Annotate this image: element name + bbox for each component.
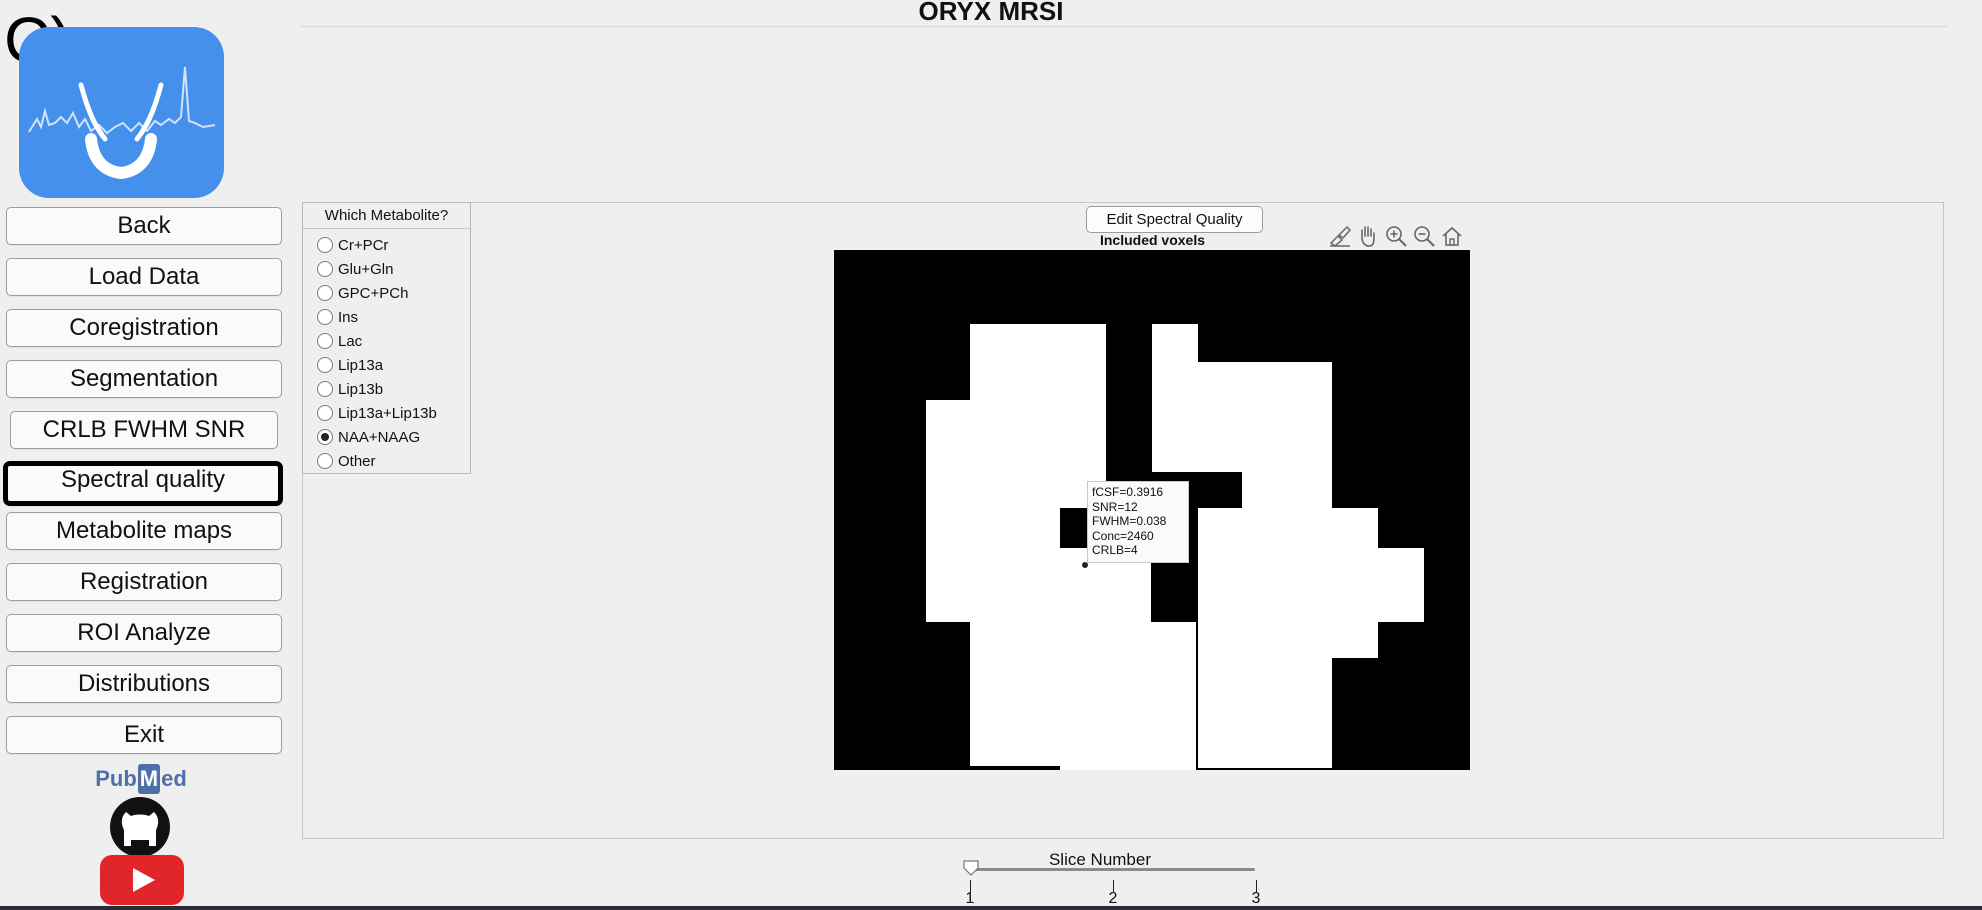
radio-label: GPC+PCh (338, 285, 409, 302)
app-title: ORYX MRSI (918, 0, 1064, 26)
radio-circle-icon[interactable] (317, 237, 333, 254)
radio-circle-icon[interactable] (317, 357, 333, 374)
registration-button[interactable]: Registration (6, 563, 282, 601)
segmentation-button[interactable]: Segmentation (6, 360, 282, 398)
back-button[interactable]: Back (6, 207, 282, 245)
radio-circle-icon[interactable] (317, 309, 333, 326)
radio-glu-gln[interactable]: Glu+Gln (317, 258, 393, 282)
pubmed-link[interactable]: Pub Med (86, 764, 196, 794)
crlb-fwhm-snr-button[interactable]: CRLB FWHM SNR (10, 411, 278, 449)
radio-lip13a-lip13b[interactable]: Lip13a+Lip13b (317, 402, 437, 426)
datatip-conc: Conc=2460 (1092, 528, 1154, 543)
github-icon[interactable] (100, 796, 180, 858)
pan-hand-icon[interactable] (1356, 224, 1380, 248)
voxel-block (1378, 548, 1424, 622)
slice-slider-thumb[interactable] (963, 860, 979, 876)
coregistration-button[interactable]: Coregistration (6, 309, 282, 347)
radio-label: Other (338, 453, 376, 470)
radio-ins[interactable]: Ins (317, 306, 358, 330)
voxel-block (1106, 250, 1152, 474)
pubmed-text: Pub (95, 766, 137, 791)
radio-label: Lip13a (338, 357, 384, 374)
radio-circle-icon[interactable] (317, 261, 333, 278)
datatip-fcsf: fCSF=0.3916 (1092, 485, 1164, 499)
load-data-button[interactable]: Load Data (6, 258, 282, 296)
radio-naa-naag[interactable]: NAA+NAAG (317, 426, 420, 450)
voxel-block (1060, 622, 1196, 770)
radio-cr-pcr[interactable]: Cr+PCr (317, 234, 388, 258)
radio-gpc-pch[interactable]: GPC+PCh (317, 282, 408, 306)
figure-title: Included voxels (1099, 232, 1206, 248)
home-icon[interactable] (1440, 224, 1464, 248)
spectral-quality-button[interactable]: Spectral quality (3, 461, 283, 506)
radio-circle-icon[interactable] (317, 453, 333, 470)
voxel-block (1332, 508, 1378, 658)
datatip-fwhm: FWHM=0.038 (1092, 514, 1167, 528)
datatip: fCSF=0.3916 SNR=12 FWHM=0.038 Conc=2460 … (1087, 481, 1189, 563)
radio-lip13a[interactable]: Lip13a (317, 354, 383, 378)
voxel-block (1060, 508, 1088, 548)
pubmed-m-badge: M (137, 764, 161, 794)
datatip-marker[interactable] (1082, 562, 1088, 568)
axes-toolbar (1328, 224, 1474, 250)
radio-label: Lac (338, 333, 363, 350)
radio-circle-icon[interactable] (317, 429, 333, 446)
radio-circle-icon[interactable] (317, 285, 333, 302)
radio-label: Cr+PCr (338, 237, 389, 254)
brush-icon[interactable] (1328, 224, 1352, 248)
zoom-in-icon[interactable] (1384, 224, 1408, 248)
youtube-icon[interactable] (100, 855, 184, 905)
voxel-block (1198, 508, 1332, 768)
radio-circle-icon[interactable] (317, 381, 333, 398)
datatip-crlb: CRLB=4 (1092, 543, 1138, 557)
exit-button[interactable]: Exit (6, 716, 282, 754)
title-divider (300, 26, 1948, 27)
pubmed-text-end: ed (161, 766, 187, 791)
radio-label: Lip13b (338, 381, 384, 398)
radio-circle-icon[interactable] (317, 333, 333, 350)
radio-lac[interactable]: Lac (317, 330, 362, 354)
metabolite-group-title: Which Metabolite? (303, 203, 470, 229)
radio-circle-icon[interactable] (317, 405, 333, 422)
zoom-out-icon[interactable] (1412, 224, 1436, 248)
radio-label: Lip13a+Lip13b (338, 405, 437, 422)
slice-slider-track[interactable] (970, 868, 1255, 871)
edit-spectral-quality-button[interactable]: Edit Spectral Quality (1086, 206, 1263, 233)
radio-label: Ins (338, 309, 359, 326)
metabolite-group: Which Metabolite? Cr+PCr Glu+Gln GPC+PCh In… (302, 202, 471, 474)
metabolite-maps-button[interactable]: Metabolite maps (6, 512, 282, 550)
radio-other[interactable]: Other (317, 450, 376, 474)
radio-label: Glu+Gln (338, 261, 394, 278)
oryx-spectrum-logo-icon (19, 27, 224, 198)
radio-lip13b[interactable]: Lip13b (317, 378, 383, 402)
window-bottom-edge (0, 906, 1982, 910)
roi-analyze-button[interactable]: ROI Analyze (6, 614, 282, 652)
datatip-snr: SNR=12 (1092, 499, 1138, 514)
radio-label: NAA+NAAG (338, 429, 421, 446)
distributions-button[interactable]: Distributions (6, 665, 282, 703)
